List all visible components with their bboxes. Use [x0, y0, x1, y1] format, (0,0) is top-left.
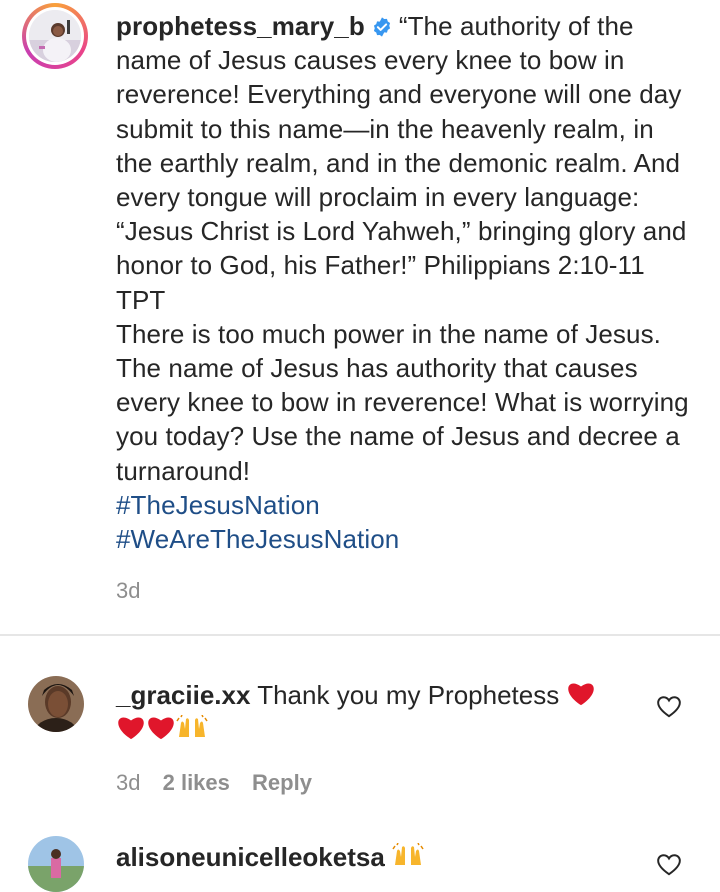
comment-meta: 3d 2 likes Reply	[116, 770, 328, 796]
comment-body: Thank you my Prophetess	[257, 680, 560, 710]
red-heart-emoji	[148, 717, 174, 740]
caption-paragraph-2: There is too much power in the name of J…	[116, 318, 689, 486]
comment-text: alisoneunicelleoketsa	[116, 840, 616, 874]
comment-likes[interactable]: 2 likes	[163, 770, 230, 795]
heart-outline-icon	[657, 696, 681, 718]
red-heart-emoji	[568, 683, 595, 706]
raising-hands-emoji	[176, 715, 208, 737]
like-comment-button[interactable]	[656, 852, 682, 878]
post-timestamp: 3d	[116, 578, 141, 603]
hashtag-link[interactable]: #TheJesusNation	[116, 488, 696, 522]
hashtag-link[interactable]: #WeAreTheJesusNation	[116, 522, 696, 556]
commenter-avatar[interactable]	[28, 676, 84, 732]
heart-outline-icon	[657, 854, 681, 876]
avatar-photo	[29, 10, 81, 62]
like-comment-button[interactable]	[656, 694, 682, 720]
comment-time: 3d	[116, 770, 141, 795]
reply-button[interactable]: Reply	[252, 770, 312, 795]
comment-username[interactable]: _graciie.xx	[116, 680, 250, 710]
comment-username[interactable]: alisoneunicelleoketsa	[116, 842, 385, 872]
caption-paragraph-1: “The authority of the name of Jesus caus…	[116, 11, 687, 315]
verified-badge-icon	[373, 17, 390, 37]
caption-text: prophetess_mary_b “The authority of the …	[116, 9, 696, 556]
post-username[interactable]: prophetess_mary_b	[116, 11, 365, 41]
divider	[0, 634, 720, 636]
raising-hands-emoji	[392, 843, 424, 865]
post-author-avatar[interactable]	[22, 3, 88, 69]
commenter-avatar[interactable]	[28, 836, 84, 892]
comment-text: _graciie.xx Thank you my Prophetess	[116, 678, 616, 746]
red-heart-emoji	[118, 717, 144, 740]
